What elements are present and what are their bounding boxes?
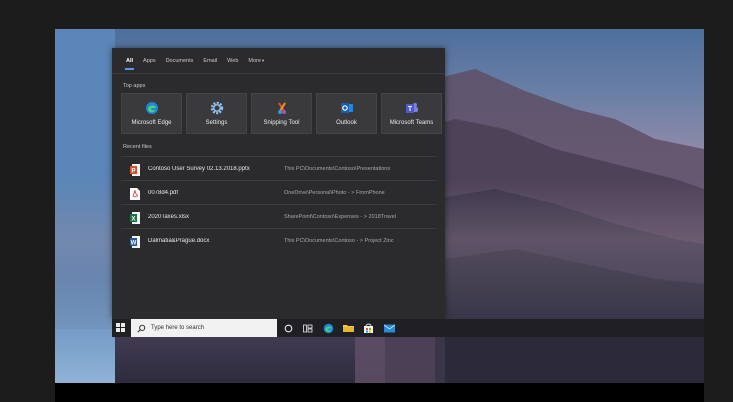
search-placeholder: Type here to search	[151, 325, 205, 331]
app-tile-edge[interactable]: Microsoft Edge	[121, 93, 182, 134]
mail-icon[interactable]	[383, 322, 395, 334]
file-name: 0078d4.pdf	[148, 189, 179, 196]
scissors-icon	[275, 101, 289, 115]
app-tile-snipping-tool[interactable]: Snipping Tool	[251, 93, 312, 134]
teams-icon: T	[405, 101, 419, 115]
recent-file-row[interactable]: 0078d4.pdf OneDrive\Personal\Photo - > F…	[121, 180, 435, 204]
top-apps-heading: Top apps	[123, 83, 146, 89]
powerpoint-icon: P	[130, 163, 140, 176]
svg-text:X: X	[131, 216, 135, 222]
svg-text:T: T	[407, 106, 412, 113]
cortana-icon[interactable]	[282, 322, 294, 334]
recent-file-row[interactable]: P Contoso User Survey 02.13.2018.pptx Th…	[121, 156, 435, 180]
file-path: This PC\Documents\Contoso\Presentations	[284, 165, 391, 172]
store-icon[interactable]	[362, 322, 374, 334]
tab-web[interactable]: Web	[222, 56, 243, 72]
svg-text:P: P	[131, 168, 135, 174]
svg-text:W: W	[131, 240, 137, 246]
tab-apps[interactable]: Apps	[138, 56, 161, 72]
tabs-divider	[112, 73, 445, 74]
recent-files-list: P Contoso User Survey 02.13.2018.pptx Th…	[121, 156, 435, 252]
start-icon[interactable]	[116, 323, 126, 333]
edge-icon[interactable]	[322, 322, 334, 334]
file-name: Dalmatia&Prague.docx	[148, 237, 210, 244]
app-tile-label: Outlook	[336, 120, 357, 126]
file-name: 2020Taxes.xlsx	[148, 213, 190, 220]
word-icon: W	[130, 235, 140, 248]
file-path: OneDrive\Personal\Photo - > FromPhone	[284, 189, 385, 196]
app-tile-outlook[interactable]: Outlook	[316, 93, 377, 134]
task-view-icon[interactable]	[302, 322, 314, 334]
start-search-panel: All Apps Documents Email Web More▾ Top a…	[112, 48, 445, 319]
pdf-icon	[130, 187, 140, 200]
top-apps-grid: Microsoft Edge Settings Snipping Tool Ou…	[121, 93, 442, 134]
excel-icon: X	[130, 211, 140, 224]
file-name: Contoso User Survey 02.13.2018.pptx	[148, 165, 250, 172]
gear-icon	[210, 101, 224, 115]
taskbar-search-box[interactable]: Type here to search	[131, 319, 277, 337]
tab-all[interactable]: All	[121, 56, 138, 72]
file-path: This PC\Documents\Contoso - > Project Zi…	[284, 237, 394, 244]
search-icon	[137, 324, 146, 333]
recent-files-heading: Recent files	[123, 144, 152, 150]
app-tile-settings[interactable]: Settings	[186, 93, 247, 134]
app-tile-label: Settings	[205, 120, 228, 126]
file-explorer-icon[interactable]	[342, 322, 354, 334]
search-tabs: All Apps Documents Email Web More▾	[121, 56, 269, 72]
taskbar: Type here to search	[112, 319, 704, 337]
app-tile-label: Microsoft Edge	[131, 120, 172, 126]
tab-documents[interactable]: Documents	[161, 56, 199, 72]
file-path: SharePoint\Contoso\Expenses - > 2018Trav…	[284, 213, 396, 220]
app-tile-teams[interactable]: T Microsoft Teams	[381, 93, 442, 134]
edge-icon	[145, 101, 159, 115]
recent-file-row[interactable]: W Dalmatia&Prague.docx This PC\Documents…	[121, 228, 435, 252]
recent-file-row[interactable]: X 2020Taxes.xlsx SharePoint\Contoso\Expe…	[121, 204, 435, 228]
outlook-icon	[340, 101, 354, 115]
tab-email[interactable]: Email	[198, 56, 222, 72]
app-tile-label: Snipping Tool	[263, 120, 300, 126]
chevron-down-icon: ▾	[261, 58, 265, 63]
tab-more[interactable]: More▾	[243, 56, 269, 72]
app-tile-label: Microsoft Teams	[389, 120, 434, 126]
bottom-black-bar	[55, 383, 704, 402]
